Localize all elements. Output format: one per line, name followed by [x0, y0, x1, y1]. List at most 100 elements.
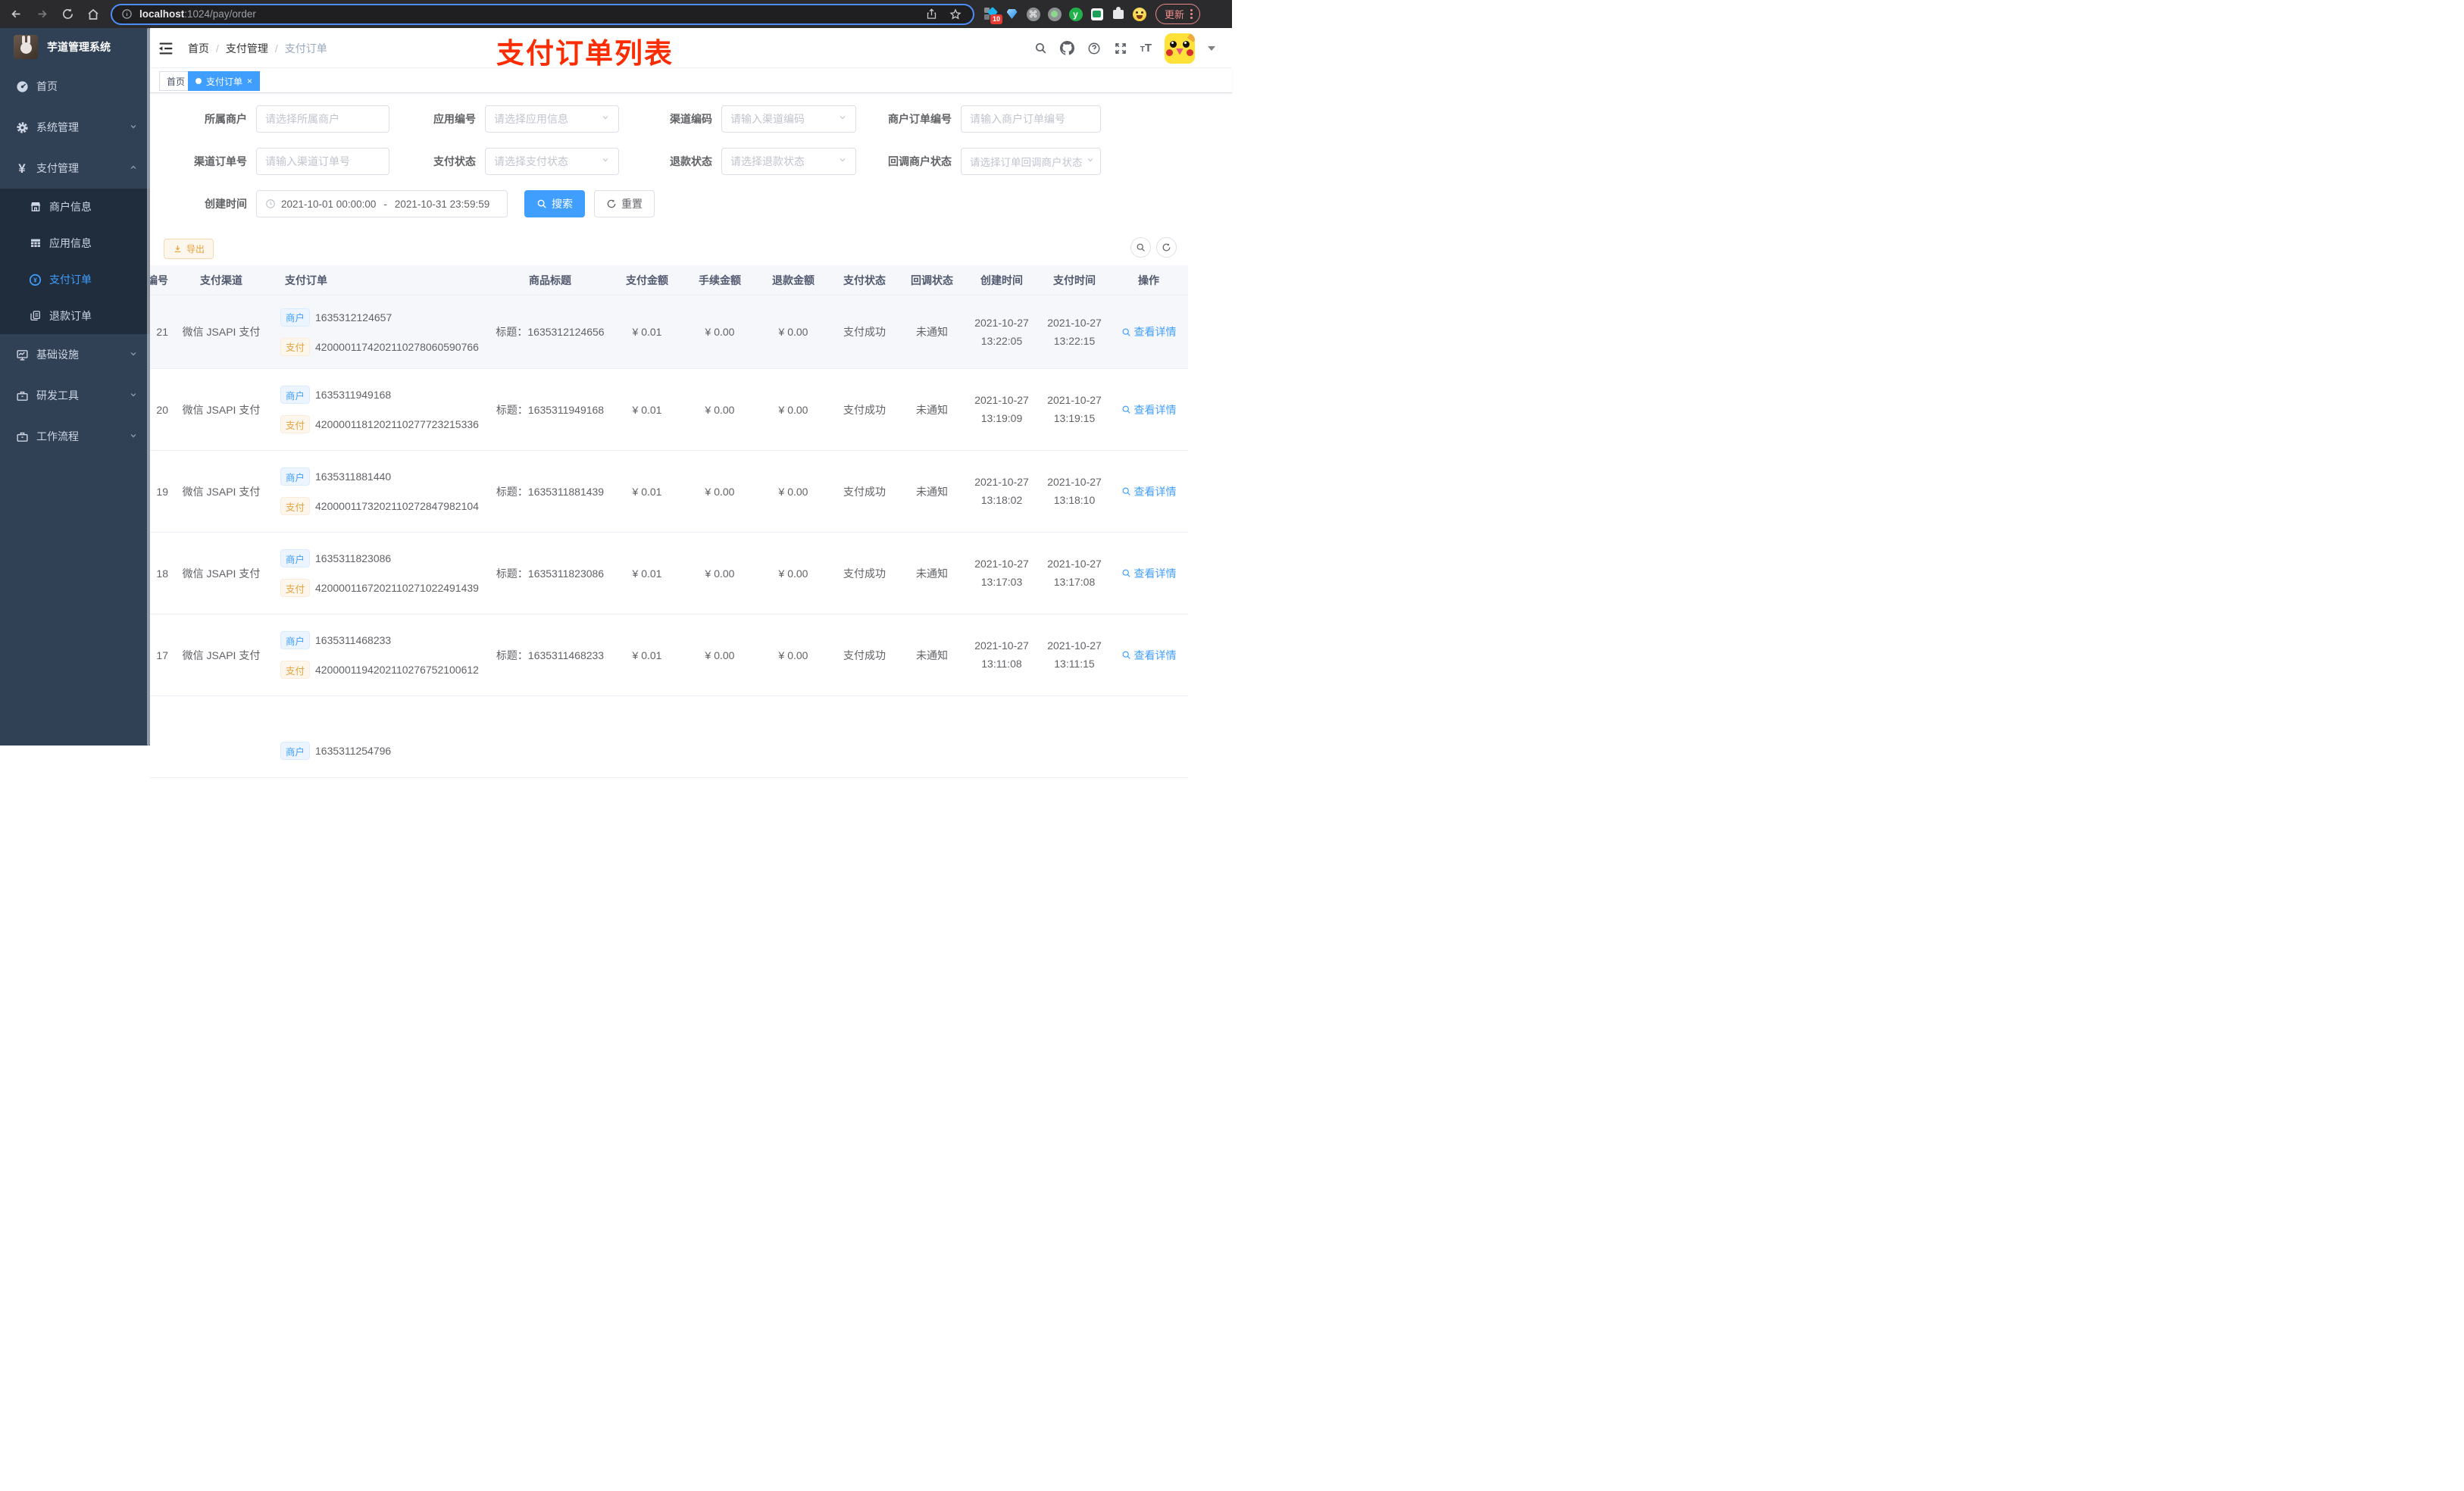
pay-status-select[interactable]: 请选择支付状态 — [485, 148, 619, 175]
cell-notify-status: 未通知 — [916, 649, 948, 661]
sidebar-item-app-info[interactable]: 应用信息 — [0, 225, 150, 261]
help-icon[interactable] — [1087, 42, 1101, 55]
merchant-order-no-input[interactable]: 请输入商户订单编号 — [961, 105, 1101, 133]
merchant-order-no: 1635311823086 — [315, 552, 392, 564]
search-button[interactable]: 搜索 — [524, 190, 585, 217]
extension-dot-icon[interactable] — [1047, 7, 1062, 21]
breadcrumb-home[interactable]: 首页 — [188, 41, 209, 56]
extension-gem-icon[interactable] — [1005, 7, 1019, 21]
sidebar-item-refund-order[interactable]: 退款订单 — [0, 298, 150, 334]
filter-label: 退款状态 — [670, 155, 712, 167]
refresh-table-button[interactable] — [1156, 237, 1177, 258]
sidebar-item-payment[interactable]: ¥ 支付管理 — [0, 148, 150, 189]
channel-code-select[interactable]: 请输入渠道编码 — [721, 105, 856, 133]
refund-status-select[interactable]: 请选择退款状态 — [721, 148, 856, 175]
date-start: 2021-10-01 00:00:00 — [281, 198, 377, 210]
sidebar-item-merchant-info[interactable]: 商户信息 — [0, 189, 150, 225]
view-details-link[interactable]: 查看详情 — [1121, 648, 1177, 663]
channel-order-no-input[interactable]: 请输入渠道订单号 — [256, 148, 389, 175]
pay-tag: 支付 — [280, 415, 311, 433]
sidebar-item-home[interactable]: 首页 — [0, 66, 150, 107]
filter-refund-status: 退款状态 请选择退款状态 — [624, 148, 856, 175]
export-button[interactable]: 导出 — [164, 239, 214, 259]
cell-id: 18 — [156, 567, 168, 580]
sidebar-item-pay-order[interactable]: ¥ 支付订单 — [0, 261, 150, 298]
cell-fee: ¥ 0.00 — [705, 403, 735, 416]
share-icon[interactable] — [921, 5, 941, 24]
avatar[interactable] — [1165, 33, 1195, 64]
cell-fee: ¥ 0.00 — [705, 485, 735, 498]
extensions-puzzle-icon[interactable] — [1111, 6, 1125, 21]
sidebar-item-label: 商户信息 — [49, 201, 92, 213]
cell-refund: ¥ 0.00 — [778, 649, 808, 661]
browser-home-button[interactable] — [83, 5, 103, 24]
merchant-select[interactable]: 请选择所属商户 — [256, 105, 389, 133]
cell-pay-time: 2021-10-27 13:18:10 — [1047, 476, 1102, 506]
fullscreen-icon[interactable] — [1114, 42, 1127, 55]
github-icon[interactable] — [1059, 41, 1074, 55]
pay-tag: 支付 — [280, 497, 311, 515]
extension-command-icon[interactable]: ⌘ — [1026, 7, 1040, 21]
browser-menu-icon[interactable] — [1190, 9, 1193, 19]
tag-pay-order[interactable]: 支付订单 × — [188, 71, 261, 91]
filter-label: 回调商户状态 — [888, 155, 952, 167]
sidebar-item-dev-tools[interactable]: 研发工具 — [0, 375, 150, 416]
column-header-pay-order: 支付订单 — [285, 274, 327, 286]
search-icon[interactable] — [1034, 42, 1047, 55]
cell-title: 标题：1635311823086 — [496, 567, 605, 580]
font-size-icon[interactable]: TT — [1140, 42, 1152, 54]
download-icon — [174, 245, 181, 252]
view-details-link[interactable]: 查看详情 — [1121, 484, 1177, 499]
column-header-pay-time: 支付时间 — [1053, 274, 1096, 286]
profile-emoji-icon[interactable] — [1132, 7, 1146, 21]
sidebar-item-infrastructure[interactable]: 基础设施 — [0, 334, 150, 375]
extension-workflow-icon[interactable]: 10 — [983, 6, 1002, 24]
app-logo[interactable]: 芋道管理系统 — [0, 28, 150, 66]
cell-pay-status: 支付成功 — [843, 567, 886, 580]
cell-channel: 微信 JSAPI 支付 — [182, 403, 261, 416]
app-select[interactable]: 请选择应用信息 — [485, 105, 619, 133]
column-header-actions: 操作 — [1138, 274, 1159, 286]
page-info-icon[interactable] — [120, 5, 133, 24]
sidebar-scrollbar[interactable] — [147, 28, 150, 746]
browser-reload-button[interactable] — [58, 5, 77, 24]
cell-pay-status: 支付成功 — [843, 649, 886, 661]
extension-chat-icon[interactable] — [1090, 7, 1104, 21]
show-search-toggle-button[interactable] — [1130, 237, 1151, 258]
browser-forward-button[interactable] — [32, 5, 52, 24]
avatar-caret-icon[interactable] — [1208, 45, 1215, 51]
address-bar[interactable]: localhost:1024/pay/order — [111, 3, 974, 25]
cell-amount: ¥ 0.01 — [632, 326, 662, 338]
filter-merchant: 所属商户 请选择所属商户 — [150, 105, 389, 133]
cell-title: 标题：1635311949168 — [496, 403, 605, 416]
sidebar-item-system[interactable]: 系统管理 — [0, 107, 150, 148]
bookmark-star-icon[interactable] — [946, 5, 965, 24]
cell-amount: ¥ 0.01 — [632, 403, 662, 416]
main-content: 所属商户 请选择所属商户 应用编号 请选择应用信息 渠道编码 请输入渠道编码 商… — [150, 93, 1232, 778]
cell-pay-time: 2021-10-27 13:19:15 — [1047, 394, 1102, 424]
breadcrumb-payment[interactable]: 支付管理 — [226, 41, 268, 56]
pay-tag: 支付 — [280, 661, 311, 679]
merchant-order-no: 1635311254796 — [315, 745, 392, 757]
column-header-channel: 支付渠道 — [200, 274, 242, 286]
gear-icon — [15, 120, 29, 134]
channel-pay-no: 4200001194202110276752100612 — [315, 664, 479, 676]
sidebar-item-workflow[interactable]: 工作流程 — [0, 416, 150, 457]
view-details-link[interactable]: 查看详情 — [1121, 402, 1177, 417]
view-details-link[interactable]: 查看详情 — [1121, 566, 1177, 581]
table-header-row: 编号 支付渠道 支付订单 商品标题 支付金额 手续金额 退款金额 支付状态 回调… — [150, 265, 1188, 295]
sidebar-item-label: 退款订单 — [49, 310, 92, 322]
date-range-input[interactable]: 2021-10-01 00:00:00 - 2021-10-31 23:59:5… — [256, 190, 508, 217]
cell-create-time: 2021-10-27 13:19:09 — [974, 394, 1029, 424]
browser-back-button[interactable] — [6, 5, 26, 24]
browser-update-button[interactable]: 更新 — [1155, 4, 1201, 24]
close-icon[interactable]: × — [247, 77, 252, 86]
notify-status-select[interactable]: 请选择订单回调商户状态 — [961, 148, 1101, 175]
extension-y-icon[interactable]: y — [1068, 7, 1083, 21]
channel-pay-no: 4200001174202110278060590766 — [315, 340, 479, 353]
table-row: 19 微信 JSAPI 支付 商户 1635311881440 支付 42000… — [150, 451, 1188, 533]
cell-id: 17 — [156, 649, 168, 661]
reset-button[interactable]: 重置 — [594, 190, 655, 217]
view-details-link[interactable]: 查看详情 — [1121, 324, 1177, 339]
sidebar-fold-icon[interactable] — [158, 40, 174, 57]
